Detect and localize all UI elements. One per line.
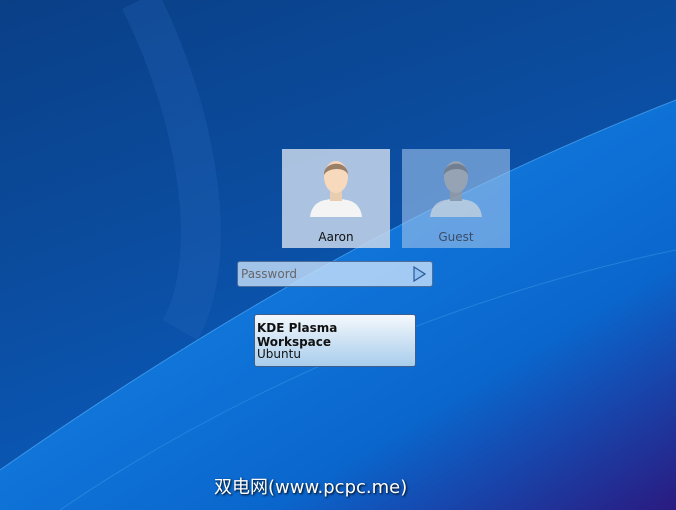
user-name: Guest [438,230,474,244]
user-tile-aaron[interactable]: Aaron [282,149,390,248]
session-option-ubuntu[interactable]: Ubuntu [257,347,301,361]
password-field [237,261,433,287]
user-name: Aaron [318,230,354,244]
user-tile-guest[interactable]: Guest [402,149,510,248]
user-avatar-icon [430,161,482,217]
password-input[interactable] [238,262,404,286]
watermark: 双电网(www.pcpc.me) [214,477,408,498]
session-selector[interactable]: KDE Plasma Workspace Ubuntu [254,314,416,367]
user-avatar-icon [310,161,362,217]
session-title: KDE Plasma Workspace [257,321,338,349]
arrow-right-icon[interactable] [412,266,426,282]
wallpaper [0,0,676,510]
